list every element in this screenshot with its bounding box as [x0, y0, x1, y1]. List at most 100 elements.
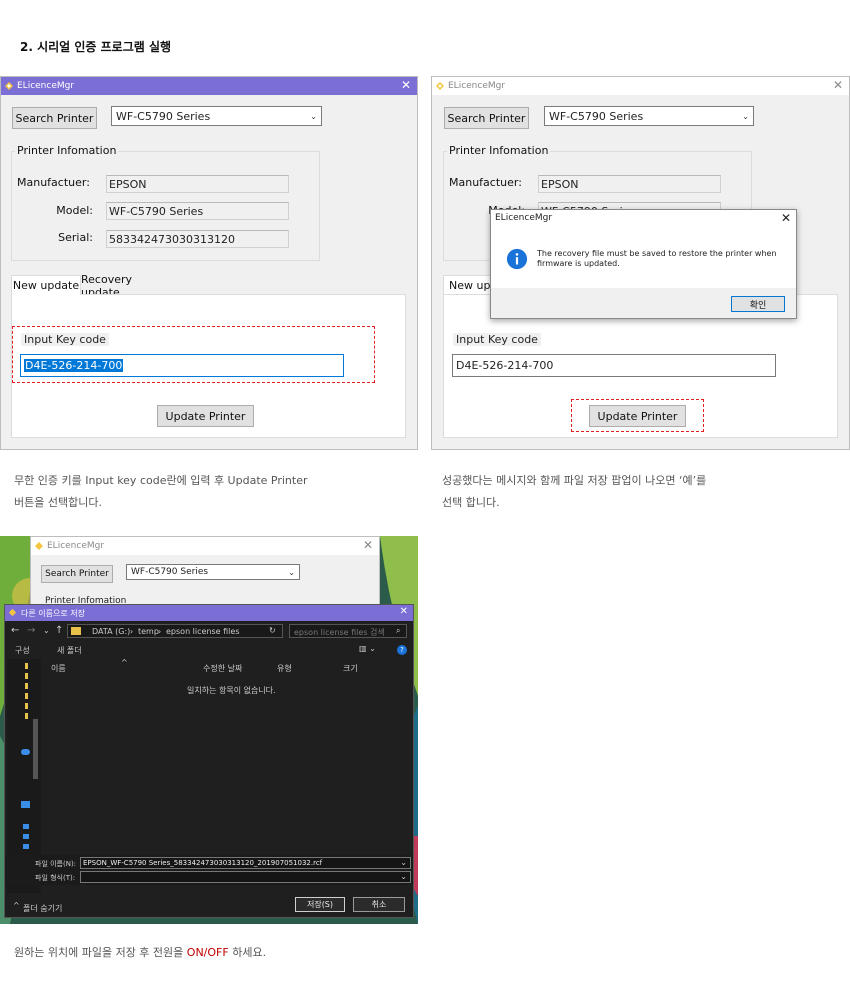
printer-model-select[interactable]: WF-C5790 Series ⌄	[111, 106, 322, 126]
column-type[interactable]: 유형	[277, 663, 292, 674]
model-field: WF-C5790 Series	[106, 202, 289, 220]
close-icon[interactable]: ✕	[833, 78, 843, 92]
app-icon	[5, 82, 13, 90]
app-window-with-dialog: ELicenceMgr ✕ Search Printer WF-C5790 Se…	[431, 76, 850, 450]
breadcrumb-separator-icon: ›	[158, 627, 162, 636]
caption-right-line2: 선택 합니다.	[442, 496, 500, 509]
manufacturer-field: EPSON	[538, 175, 721, 193]
chevron-down-icon: ⌄	[742, 111, 749, 121]
close-icon[interactable]: ✕	[400, 606, 408, 617]
input-key-label: Input Key code	[453, 333, 541, 346]
printer-model-select-value: WF-C5790 Series	[116, 109, 211, 123]
window-titlebar: ELicenceMgr ✕	[1, 77, 417, 95]
drive-icon	[23, 824, 29, 854]
key-code-highlight	[12, 326, 375, 383]
column-size[interactable]: 크기	[343, 663, 358, 674]
update-printer-button[interactable]: Update Printer	[157, 405, 254, 427]
printer-model-select-value: WF-C5790 Series	[131, 567, 209, 577]
chevron-down-icon: ⌄	[400, 872, 407, 881]
caption-bottom-prefix: 원하는 위치에 파일을 저장 후 전원을	[14, 946, 184, 959]
view-options-icon[interactable]: ▥ ⌄	[359, 644, 376, 653]
organize-menu[interactable]: 구성	[15, 645, 30, 656]
manufacturer-label: Manufactuer:	[449, 176, 522, 189]
desktop-background: ELicenceMgr ✕ Search Printer WF-C5790 Se…	[0, 536, 418, 924]
search-box[interactable]: epson license files 검색 ⌕	[289, 624, 407, 638]
chevron-down-icon: ⌄	[400, 858, 407, 867]
cancel-button[interactable]: 취소	[353, 897, 405, 912]
recent-chevron-icon[interactable]: ⌄	[43, 626, 50, 635]
key-code-input[interactable]: D4E-526-214-700	[452, 354, 776, 377]
help-icon[interactable]: ?	[397, 645, 407, 655]
window-title: ELicenceMgr	[17, 81, 75, 91]
search-printer-button[interactable]: Search Printer	[444, 107, 529, 129]
window-titlebar: ELicenceMgr ✕	[31, 537, 379, 555]
window-title: ELicenceMgr	[448, 81, 506, 91]
refresh-icon[interactable]: ↻	[269, 626, 276, 635]
breadcrumb-drive[interactable]: DATA (G:)	[92, 627, 130, 636]
filename-value: EPSON_WF-C5790 Series_583342473030313120…	[83, 859, 323, 867]
message-dialog: ELicenceMgr ✕ The recovery file must be …	[490, 209, 797, 319]
chevron-down-icon: ⌄	[288, 567, 295, 577]
caption-left: 무한 인증 키를 Input key code란에 입력 후 Update Pr…	[14, 470, 308, 514]
caption-right: 성공했다는 메시지와 함께 파일 저장 팝업이 나오면 ‘예’를 선택 합니다.	[442, 470, 706, 514]
search-printer-button[interactable]: Search Printer	[12, 107, 97, 129]
chevron-down-icon: ⌄	[310, 111, 317, 121]
search-icon: ⌕	[396, 626, 401, 635]
caption-right-line1: 성공했다는 메시지와 함께 파일 저장 팝업이 나오면 ‘예’를	[442, 474, 707, 487]
close-icon[interactable]: ✕	[401, 78, 411, 92]
app-icon	[35, 542, 43, 550]
close-icon[interactable]: ✕	[781, 211, 791, 225]
app-window-main: ELicenceMgr ✕ Search Printer WF-C5790 Se…	[0, 76, 418, 450]
message-dialog-title: ELicenceMgr	[495, 213, 553, 223]
save-button[interactable]: 저장(S)	[295, 897, 345, 912]
cloud-icon	[21, 749, 30, 755]
model-label: Model:	[56, 204, 93, 217]
pc-icon	[21, 801, 30, 808]
ok-button[interactable]: 확인	[731, 296, 785, 312]
up-arrow-icon[interactable]: ↑	[55, 625, 63, 636]
save-dialog-title: 다른 이름으로 저장	[21, 609, 85, 618]
update-button-highlight	[571, 399, 704, 432]
breadcrumb-temp[interactable]: temp	[138, 627, 159, 636]
sort-arrow-icon: ^	[121, 658, 128, 667]
serial-label: Serial:	[58, 231, 93, 244]
back-arrow-icon[interactable]: ←	[11, 625, 19, 636]
chevron-up-icon[interactable]: ^	[13, 901, 20, 910]
breadcrumb-separator-icon: ›	[130, 627, 134, 636]
message-text: The recovery file must be saved to resto…	[537, 249, 777, 268]
printer-model-select[interactable]: WF-C5790 Series ⌄	[544, 106, 754, 126]
manufacturer-label: Manufactuer:	[17, 176, 90, 189]
window-title: ELicenceMgr	[47, 541, 105, 551]
info-icon	[506, 248, 528, 270]
filetype-label: 파일 형식(T):	[35, 874, 76, 882]
filetype-select[interactable]: ⌄	[80, 871, 411, 883]
filename-input[interactable]: EPSON_WF-C5790 Series_583342473030313120…	[80, 857, 411, 869]
quick-access-pin	[25, 663, 28, 723]
printer-model-select[interactable]: WF-C5790 Series ⌄	[126, 564, 300, 580]
tab-new-update[interactable]: New update	[11, 275, 81, 295]
caption-bottom-highlight: ON/OFF	[186, 946, 229, 959]
save-dialog-titlebar: 다른 이름으로 저장 ✕	[5, 605, 413, 621]
printer-info-group-label: Printer Infomation	[15, 144, 119, 157]
tab-recovery-update[interactable]: Recovery update	[81, 273, 169, 299]
printer-model-select-value: WF-C5790 Series	[549, 109, 644, 123]
app-icon	[436, 82, 444, 90]
search-printer-button[interactable]: Search Printer	[41, 565, 113, 583]
breadcrumb-folder[interactable]: epson license files	[166, 627, 240, 636]
forward-arrow-icon[interactable]: →	[27, 625, 35, 636]
window-titlebar: ELicenceMgr ✕	[432, 77, 849, 95]
hide-folders-toggle[interactable]: 폴더 숨기기	[23, 903, 62, 914]
caption-left-line2: 버튼을 선택합니다.	[14, 496, 102, 509]
column-modified[interactable]: 수정한 날짜	[203, 663, 242, 674]
empty-folder-message: 일치하는 항목이 없습니다.	[187, 686, 276, 695]
printer-info-group-label: Printer Infomation	[447, 144, 551, 157]
app-icon	[8, 608, 17, 617]
caption-bottom: 원하는 위치에 파일을 저장 후 전원을 ON/OFF 하세요.	[14, 942, 266, 964]
close-icon[interactable]: ✕	[363, 538, 373, 552]
caption-left-line1: 무한 인증 키를 Input key code란에 입력 후 Update Pr…	[14, 474, 308, 487]
address-bar[interactable]: DATA (G:) › temp › epson license files ↻	[67, 624, 283, 638]
scrollbar-thumb[interactable]	[33, 719, 38, 779]
section-heading: 2. 시리얼 인증 프로그램 실행	[20, 40, 172, 54]
column-name[interactable]: 이름	[51, 663, 66, 674]
new-folder-button[interactable]: 새 폴더	[57, 645, 82, 656]
